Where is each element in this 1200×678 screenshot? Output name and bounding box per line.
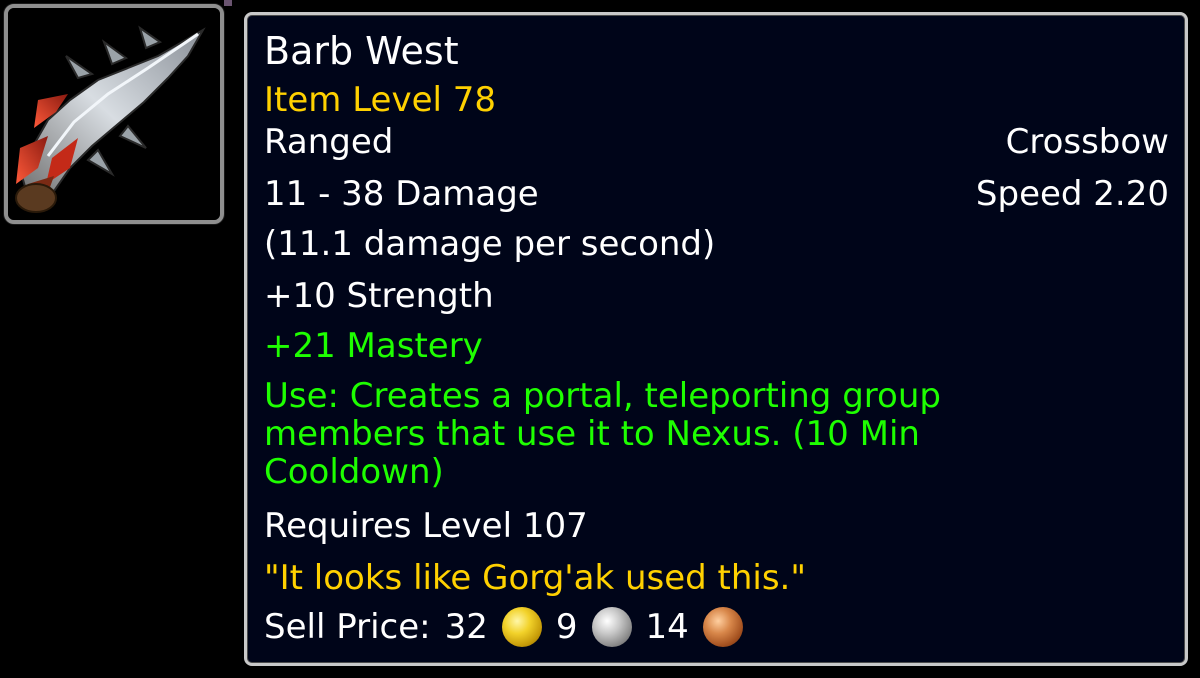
item-icon-frame[interactable] xyxy=(4,4,224,224)
required-level: Requires Level 107 xyxy=(264,506,588,546)
stat-strength: +10 Strength xyxy=(264,276,494,316)
sell-price: Sell Price: 32 9 14 xyxy=(264,607,757,647)
crossbow-bolt-icon xyxy=(8,8,220,220)
item-type: Crossbow xyxy=(1005,122,1169,162)
item-dps: (11.1 damage per second) xyxy=(264,224,716,264)
item-level: Item Level 78 xyxy=(264,80,497,120)
stat-mastery: +21 Mastery xyxy=(264,326,483,366)
sell-price-label: Sell Price: xyxy=(264,607,431,647)
item-damage: 11 - 38 Damage xyxy=(264,174,539,214)
item-tooltip: Barb West Item Level 78 Ranged Crossbow … xyxy=(244,12,1188,666)
copper-coin-icon xyxy=(702,607,743,647)
item-slot: Ranged xyxy=(264,122,394,162)
item-name: Barb West xyxy=(264,29,459,73)
gold-coin-icon xyxy=(501,607,542,647)
sell-copper-amount: 14 xyxy=(645,607,689,647)
flavor-text: "It looks like Gorg'ak used this." xyxy=(264,558,807,598)
silver-coin-icon xyxy=(591,607,632,647)
use-effect: Use: Creates a portal, teleporting group… xyxy=(264,376,941,492)
icon-corner-marker xyxy=(224,0,232,6)
item-speed: Speed 2.20 xyxy=(975,174,1169,214)
sell-silver-amount: 9 xyxy=(555,607,578,647)
sell-gold-amount: 32 xyxy=(444,607,488,647)
